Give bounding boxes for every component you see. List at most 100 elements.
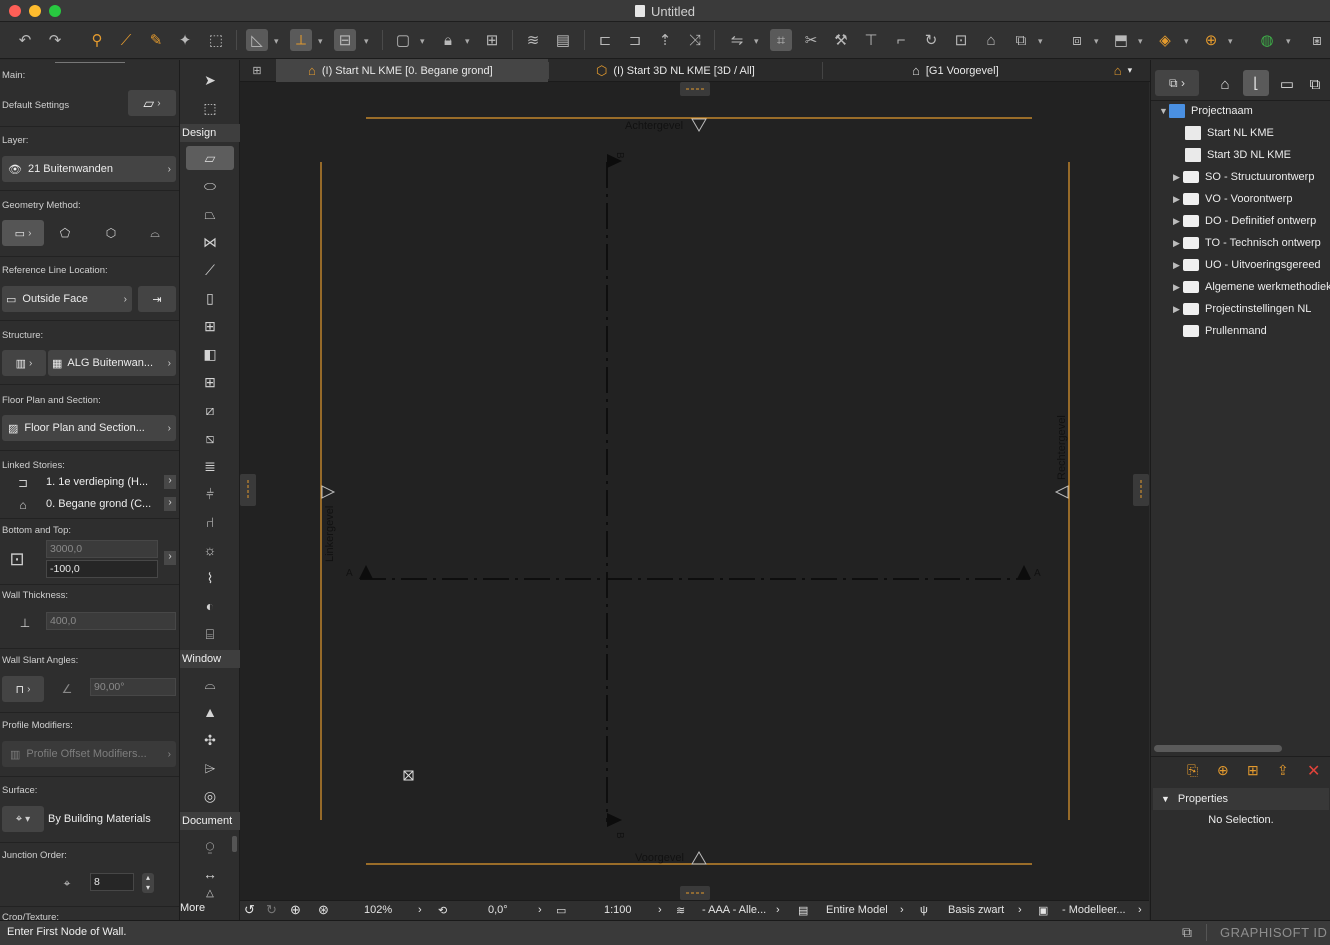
mirror-icon[interactable]: ⇋ <box>726 29 748 51</box>
zoom-fit-icon[interactable]: ⊛ <box>318 902 329 918</box>
layout-book-icon[interactable]: ▭ <box>1275 72 1299 96</box>
tree-item-do[interactable]: ▶ DO - Definitief ontwerp <box>1173 210 1316 232</box>
group-icon[interactable]: ⧉ <box>1010 29 1032 51</box>
tree-item-vo[interactable]: ▶ VO - Voorontwerp <box>1173 188 1292 210</box>
reference-line-select[interactable]: ▭ Outside Face › <box>2 286 132 312</box>
tree-root[interactable]: ▼ Projectnaam <box>1159 100 1253 122</box>
story-icon[interactable]: ≋ <box>522 29 544 51</box>
chevron-down-icon[interactable]: ▾ <box>364 36 372 46</box>
window-tool-icon[interactable]: ⊞ <box>186 370 234 394</box>
chevron-down-icon[interactable]: ▾ <box>274 36 282 46</box>
lock-icon[interactable]: 🔒︎ <box>437 29 459 51</box>
rotate-icon[interactable]: ⟲ <box>438 904 447 917</box>
marker-tool-icon[interactable]: ⍜ <box>186 834 234 858</box>
undo-icon[interactable]: ↶ <box>14 29 36 51</box>
detail-tool-icon[interactable]: ◎ <box>186 784 234 808</box>
junction-stepper[interactable]: ▴ ▾ <box>142 873 154 893</box>
level-tool-icon[interactable]: △ <box>186 886 234 900</box>
guide-line-icon[interactable]: ⟂ <box>290 29 312 51</box>
elevation-icon[interactable]: ⇡ <box>654 29 676 51</box>
elevation-tool-icon[interactable]: ▲ <box>186 700 234 724</box>
layers-3d-icon[interactable]: ⧈ <box>1066 29 1088 51</box>
slant-angle-field[interactable]: 90,00° <box>90 678 176 696</box>
layer-combination-value[interactable]: - AAA - Alle... <box>702 904 766 916</box>
layer-select[interactable]: 👁︎ 21 Buitenwanden › <box>2 156 176 182</box>
resize-icon[interactable]: ⊡ <box>950 29 972 51</box>
interior-elevation-tool-icon[interactable]: ✣ <box>186 728 234 752</box>
marquee-icon[interactable]: ⌗ <box>770 29 792 51</box>
floor-plan-section-button[interactable]: ▨ Floor Plan and Section... › <box>2 415 176 441</box>
toolbox-scrollbar[interactable] <box>232 836 237 852</box>
inject-icon[interactable]: ✎ <box>145 29 167 51</box>
zoom-in-icon[interactable]: ⊕ <box>290 902 301 918</box>
section-a-right-marker[interactable] <box>1017 565 1031 579</box>
tab-overview-icon[interactable]: ⊞ <box>246 59 268 82</box>
teamwork-icon[interactable]: ⧆ <box>1306 29 1328 51</box>
tree-item-projectinstellingen[interactable]: ▶ Projectinstellingen NL <box>1173 298 1311 320</box>
bottom-scroll-handle[interactable] <box>680 886 710 900</box>
base-offset-field[interactable]: -100,0 <box>46 560 158 578</box>
chevron-down-icon[interactable]: ▾ <box>1094 36 1102 46</box>
height-field[interactable]: 3000,0 <box>46 540 158 558</box>
model-view-icon[interactable]: ▤ <box>798 904 808 917</box>
dimension-icon[interactable]: ⊞ <box>481 29 503 51</box>
layer-icon[interactable]: ▢ <box>392 29 414 51</box>
pick-up-icon[interactable]: ⚲ <box>86 29 108 51</box>
linkergevel-marker[interactable] <box>321 485 336 499</box>
geometry-curved-icon[interactable]: ⌓ <box>144 224 166 242</box>
geometry-trapezoid-icon[interactable]: ⬠ <box>54 224 76 242</box>
rechtergevel-marker[interactable] <box>1054 485 1069 499</box>
mvo-icon[interactable]: ▣ <box>1038 904 1048 917</box>
model-view-value[interactable]: Entire Model <box>826 904 888 916</box>
slant-type-button[interactable]: ⊓ › <box>2 676 44 702</box>
redo-icon[interactable]: ↷ <box>44 29 66 51</box>
pen-set-icon[interactable]: ψ <box>920 904 928 916</box>
flip-reference-button[interactable]: ⇥ <box>138 286 176 312</box>
linked-bottom-story[interactable]: 0. Begane grond (C... <box>46 498 151 510</box>
split-icon[interactable]: ✂ <box>800 29 822 51</box>
pen-set-value[interactable]: Basis zwart <box>948 904 1004 916</box>
eyedropper-icon[interactable]: ⟋ <box>115 29 137 51</box>
chevron-down-icon[interactable]: ▾ <box>754 36 762 46</box>
globe-icon[interactable]: ◍ <box>1256 29 1278 51</box>
graphisoft-id-link[interactable]: GRAPHISOFT ID <box>1220 925 1327 940</box>
material-icon[interactable]: ▤ <box>552 29 574 51</box>
mesh-tool-icon[interactable]: ⌇ <box>186 566 234 590</box>
arrow-select-icon[interactable]: ◺ <box>246 29 268 51</box>
arrow-tool-icon[interactable]: ➤ <box>186 68 234 92</box>
default-settings-button[interactable]: ▱ › <box>128 90 176 116</box>
tab-elevation[interactable]: ⌂ [G1 Voorgevel] <box>912 59 1052 82</box>
new-folder-icon[interactable]: ⊞ <box>1247 762 1259 779</box>
pen-set-chevron[interactable]: › <box>1018 904 1022 916</box>
project-map-icon[interactable]: ⌂ <box>1213 72 1237 96</box>
delete-icon[interactable]: ✕ <box>1307 761 1320 781</box>
chevron-down-icon[interactable]: ▾ <box>465 36 473 46</box>
more-button[interactable]: More <box>180 902 205 914</box>
chevron-down-icon[interactable]: ▾ <box>1184 36 1192 46</box>
worksheet-tool-icon[interactable]: ⌲ <box>186 756 234 780</box>
offset-icon[interactable]: ⊤ <box>860 29 882 51</box>
redo-view-icon[interactable]: ↻ <box>266 902 277 918</box>
achtergevel-marker[interactable] <box>691 118 707 132</box>
junction-order-field[interactable]: 8 <box>90 873 134 891</box>
section-b-bottom-marker[interactable] <box>607 813 622 827</box>
scale-chevron[interactable]: › <box>658 904 662 916</box>
window-stack-icon[interactable]: ⧉ <box>1182 924 1192 941</box>
align-icon[interactable]: ⊏ <box>594 29 616 51</box>
linked-top-chevron[interactable]: › <box>164 475 176 489</box>
chevron-down-icon[interactable]: ▾ <box>420 36 428 46</box>
linked-top-story[interactable]: 1. 1e verdieping (H... <box>46 476 148 488</box>
design-section[interactable]: Design <box>180 124 240 142</box>
angle-value[interactable]: 0,0° <box>488 904 508 916</box>
scale-icon[interactable]: ▭ <box>556 904 566 917</box>
chevron-down-icon[interactable]: ▾ <box>1138 36 1146 46</box>
publisher-sets-icon[interactable]: ⧉ <box>1303 72 1327 96</box>
stair-tool-icon[interactable]: ⧄ <box>186 398 234 422</box>
profile-offset-button[interactable]: ▥ Profile Offset Modifiers... › <box>2 741 176 767</box>
mvo-value[interactable]: - Modelleer... <box>1062 904 1126 916</box>
top-scroll-handle[interactable] <box>680 82 710 96</box>
section-a-left-marker[interactable] <box>359 565 373 579</box>
slab-tool-icon[interactable]: ⬭ <box>186 174 234 198</box>
window-section[interactable]: Window <box>180 650 240 668</box>
structure-type-button[interactable]: ▥ › <box>2 350 46 376</box>
